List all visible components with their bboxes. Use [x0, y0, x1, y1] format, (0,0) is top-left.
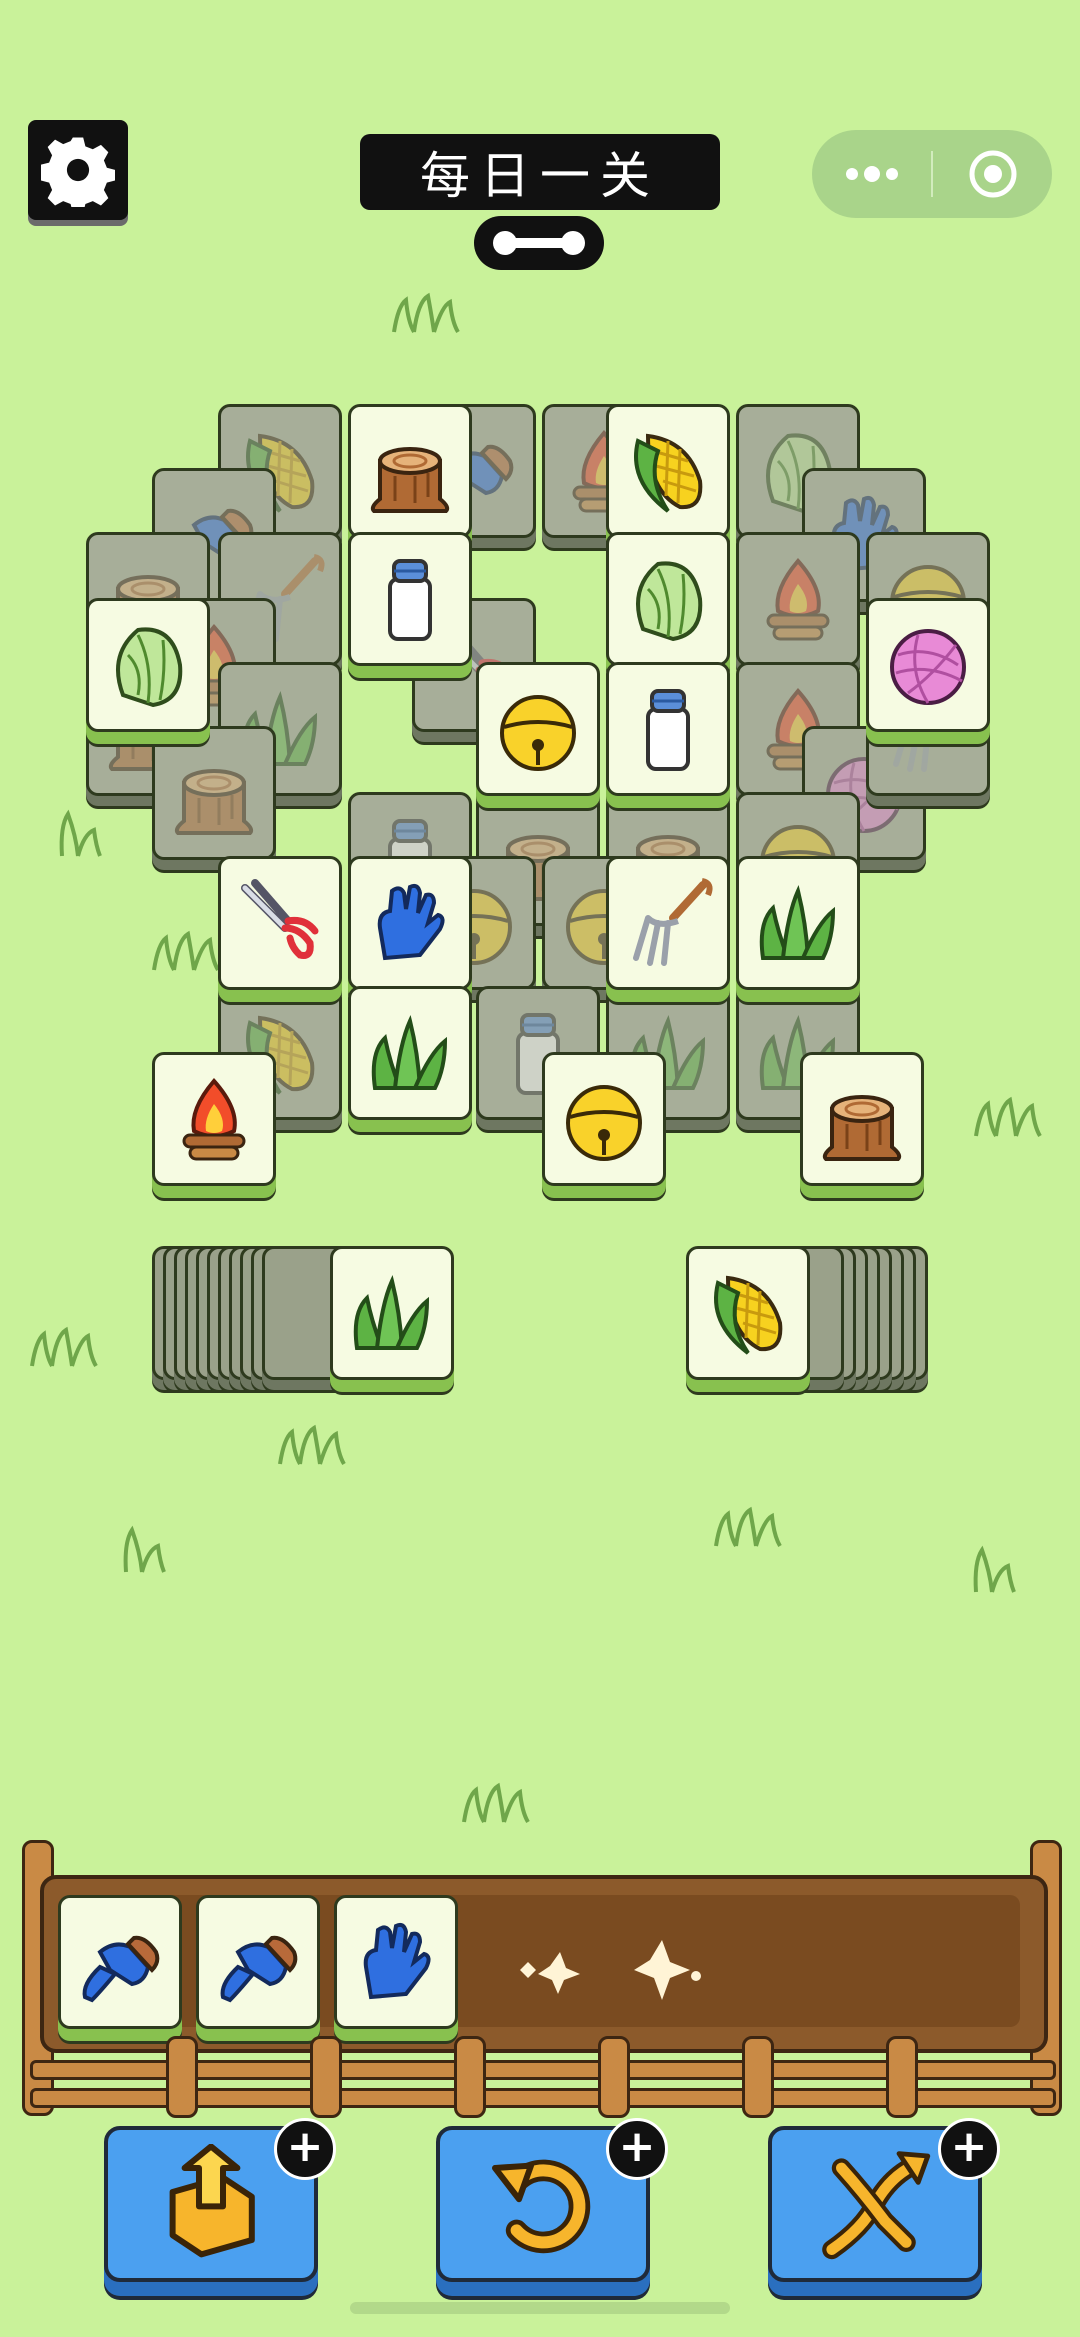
left-stack-top-tile[interactable] [330, 1246, 454, 1380]
right-tile-stack [686, 1246, 928, 1380]
more-dots-icon [845, 166, 898, 182]
right-stack-top-tile[interactable] [686, 1246, 810, 1380]
shears-icon [230, 873, 330, 973]
undo-add-badge[interactable]: + [606, 2118, 668, 2180]
left-tile-stack [152, 1246, 458, 1380]
fence-post [166, 2036, 198, 2118]
corn-icon [618, 421, 718, 521]
settings-button[interactable] [28, 120, 128, 220]
board-tile[interactable] [800, 1052, 924, 1186]
tray-slot-tile [58, 1895, 182, 2029]
campfire-icon [164, 1069, 264, 1169]
grass-tuft-decoration [714, 1506, 782, 1548]
glove-icon [360, 873, 460, 973]
shuffle-icon [822, 2151, 931, 2260]
grass-tuft-decoration [974, 1096, 1042, 1138]
shuffle-add-badge[interactable]: + [938, 2118, 1000, 2180]
board-tile[interactable] [866, 598, 990, 732]
more-menu-button[interactable] [812, 130, 931, 218]
board-tile-blocked [736, 532, 860, 666]
yarn-ball-icon [878, 615, 978, 715]
grass-icon [342, 1263, 442, 1363]
home-indicator [350, 2302, 730, 2314]
gear-icon [41, 133, 115, 207]
pitchfork-icon [618, 873, 718, 973]
board-tile[interactable] [606, 856, 730, 990]
cabbage-icon [98, 615, 198, 715]
fence-post [454, 2036, 486, 2118]
grass-tuft-decoration [152, 930, 220, 972]
corn-icon [698, 1263, 798, 1363]
board-tile[interactable] [218, 856, 342, 990]
fence-post [742, 2036, 774, 2118]
progress-dumbbell-icon [493, 231, 585, 255]
board-tile[interactable] [86, 598, 210, 732]
level-progress-indicator [474, 216, 604, 270]
board-tile[interactable] [736, 856, 860, 990]
page-title: 每日一关 [360, 134, 720, 210]
milk-bottle-icon [360, 549, 460, 649]
grass-tuft-decoration [278, 1424, 346, 1466]
grass-icon [748, 873, 848, 973]
milk-bottle-icon [618, 679, 718, 779]
board-tile[interactable] [348, 404, 472, 538]
brush-icon [70, 1912, 170, 2012]
target-close-icon [969, 150, 1016, 198]
board-tile[interactable] [348, 856, 472, 990]
grass-tuft-decoration [973, 1545, 1016, 1593]
fence-post [310, 2036, 342, 2118]
stump-icon [360, 421, 460, 521]
board-tile[interactable] [476, 662, 600, 796]
box-out-icon [169, 2144, 255, 2258]
grass-tuft-decoration [123, 1525, 166, 1573]
board-tile[interactable] [606, 532, 730, 666]
grass-tuft-decoration [59, 809, 102, 857]
board-tile[interactable] [348, 532, 472, 666]
grass-icon [360, 1003, 460, 1103]
cabbage-icon [618, 549, 718, 649]
brush-icon [208, 1912, 308, 2012]
tray-slot-tile [196, 1895, 320, 2029]
grass-tuft-decoration [392, 292, 460, 334]
board-tile[interactable] [606, 662, 730, 796]
bell-icon [488, 679, 588, 779]
move-out-add-badge[interactable]: + [274, 2118, 336, 2180]
fence-post [598, 2036, 630, 2118]
grass-tuft-decoration [462, 1782, 530, 1824]
close-miniprogram-button[interactable] [933, 130, 1052, 218]
tray-slot-tile [334, 1895, 458, 2029]
grass-tuft-decoration [30, 1326, 98, 1368]
board-tile-blocked [152, 726, 276, 860]
glove-icon [346, 1912, 446, 2012]
stump-icon [812, 1069, 912, 1169]
board-tile[interactable] [542, 1052, 666, 1186]
board-tile[interactable] [348, 986, 472, 1120]
miniprogram-capsule [812, 130, 1052, 218]
undo-icon [492, 2159, 591, 2254]
board-tile[interactable] [606, 404, 730, 538]
fence-post [886, 2036, 918, 2118]
board-tile[interactable] [152, 1052, 276, 1186]
bell-icon [554, 1069, 654, 1169]
sparkle-effect-icon [520, 1940, 701, 2000]
